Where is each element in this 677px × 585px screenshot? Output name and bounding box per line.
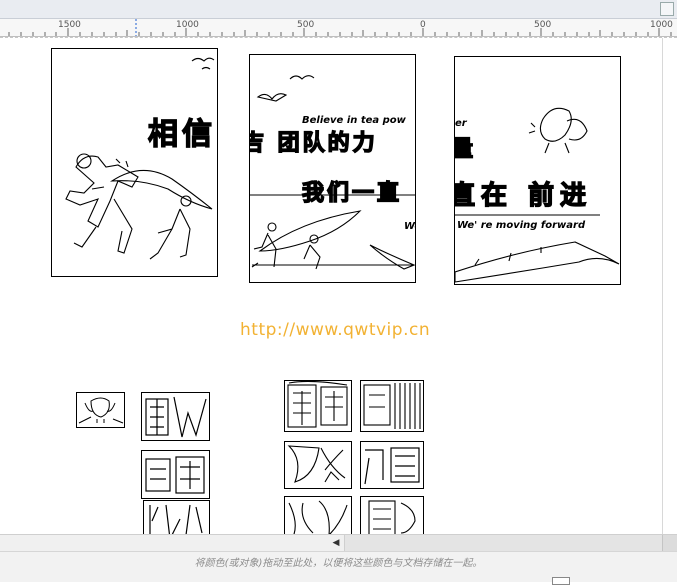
window-button-icon[interactable]: [660, 2, 674, 16]
artboard-3[interactable]: er 量 直在 前进 We' re moving forward: [454, 56, 621, 285]
glyph-fragment-icon: [364, 447, 420, 485]
ruler-ticks: [8, 19, 672, 36]
trophy-tile[interactable]: [76, 392, 125, 428]
sheet2-caption: We: [404, 221, 415, 232]
glyph-fragment-icon: [287, 445, 346, 483]
sheet1-headline: 相信: [147, 116, 216, 152]
ruler-label: 500: [534, 20, 552, 30]
artboard-1[interactable]: 相信: [51, 48, 218, 277]
ruler-label: 0: [420, 20, 426, 30]
canvas-right-edge: [662, 38, 663, 534]
glyph-tile-9[interactable]: [360, 496, 424, 534]
team-runners-artwork: [250, 75, 415, 270]
sheet2-headline-1: 吉 团队的力: [249, 130, 378, 156]
glyph-fragment-icon: [368, 500, 416, 534]
watermark-url: http://www.qwtvip.cn: [240, 320, 431, 340]
sheet3-headline-1: 量: [455, 131, 477, 163]
sheet3-headline-2: 直在 前进: [454, 180, 593, 211]
glyph-fragment-icon: [145, 396, 207, 438]
sheet2-headline-2: 我们一直: [301, 180, 403, 206]
glyph-tile-8[interactable]: [284, 496, 352, 534]
ruler-label: 500: [297, 20, 315, 30]
horizontal-scrollbar[interactable]: ◀: [0, 534, 677, 551]
scrollbar-track[interactable]: [344, 535, 677, 551]
trophy-icon: [78, 397, 124, 424]
glyph-fragment-icon: [363, 383, 421, 429]
glyph-tile-7[interactable]: [360, 441, 424, 489]
sheet3-caption: We' re moving forward: [457, 220, 586, 231]
glyph-fragment-icon: [288, 500, 348, 534]
runner-figures-artwork: [65, 57, 215, 260]
glyph-tile-4[interactable]: [284, 380, 352, 432]
top-toolbar: [0, 0, 677, 19]
glyph-tile-6[interactable]: [284, 441, 352, 489]
scrollbar-end-cap[interactable]: [662, 535, 677, 551]
glyph-tile-2[interactable]: [141, 450, 210, 499]
ruler-label: 1500: [58, 20, 81, 30]
trophy-artwork: [455, 107, 620, 283]
horizontal-ruler[interactable]: 1500 1000 500 0 500 1000: [0, 19, 677, 37]
ruler-label: 1000: [650, 20, 673, 30]
glyph-tile-1[interactable]: [141, 392, 210, 441]
artboard-2[interactable]: Believe in tea pow 吉 团队的力 我们一直 We: [249, 54, 416, 283]
scroll-left-arrow-icon[interactable]: ◀: [330, 537, 342, 549]
glyph-fragment-icon: [287, 381, 348, 428]
drawing-canvas[interactable]: 相信 Believe in tea pow 吉 团队的力 我们一直 Wer 直在…: [0, 38, 677, 534]
sheet3-subtitle: er: [455, 118, 467, 129]
glyph-fragment-icon: [149, 504, 203, 534]
ruler-label: 1000: [176, 20, 199, 30]
glyph-fragment-icon: [145, 456, 205, 494]
color-swatch-icon[interactable]: [552, 577, 570, 585]
color-drop-hint: 将颜色(或对象)拖动至此处，以便将这些颜色与文档存储在一起。: [194, 558, 483, 569]
color-docker-bar[interactable]: 将颜色(或对象)拖动至此处，以便将这些颜色与文档存储在一起。: [0, 551, 677, 585]
glyph-tile-3[interactable]: [143, 500, 210, 534]
glyph-tile-5[interactable]: [360, 380, 424, 432]
